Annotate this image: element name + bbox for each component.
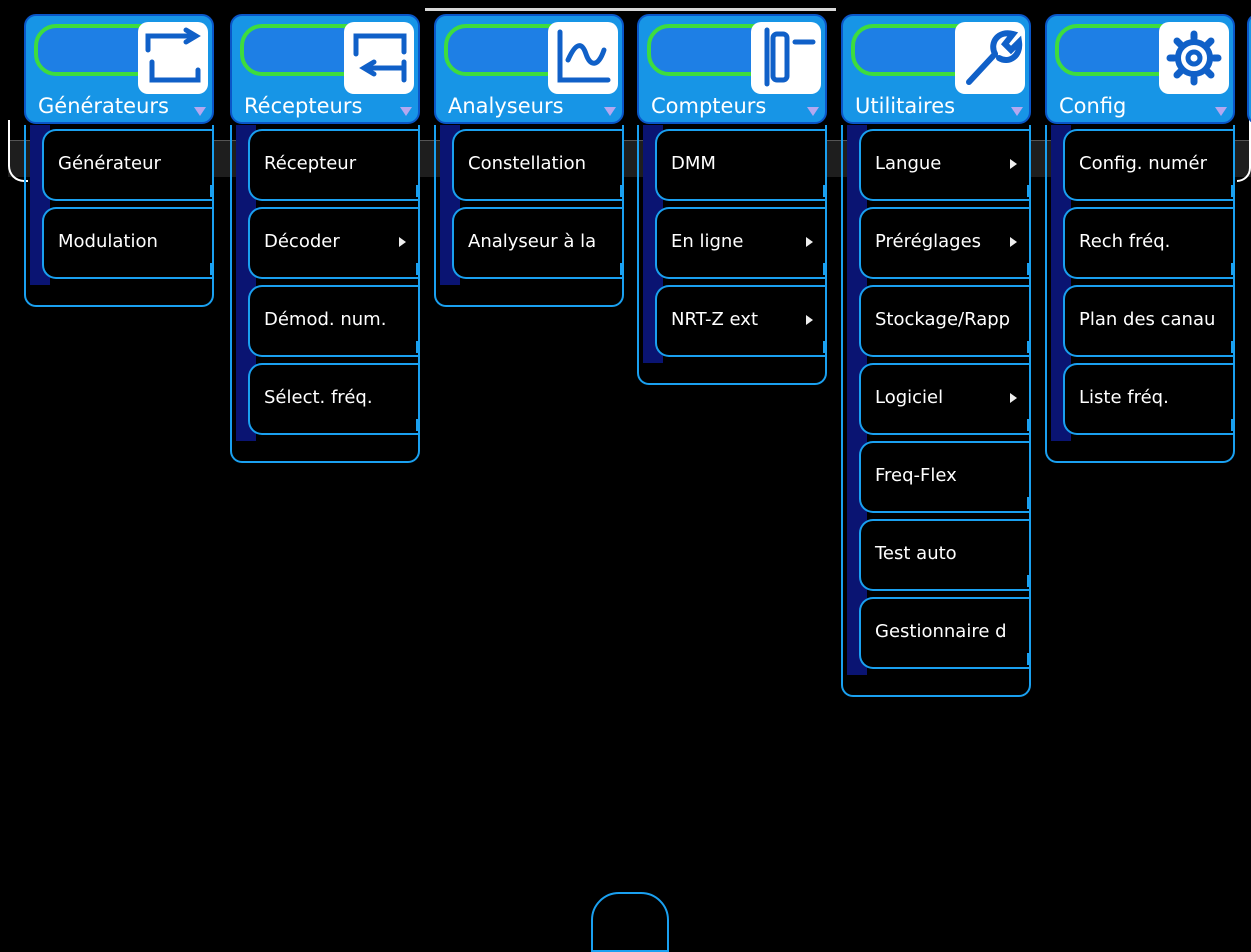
menu-item-rech-freq[interactable]: Rech fréq. <box>1063 207 1233 279</box>
tab-config[interactable]: Config <box>1045 14 1235 124</box>
dropdown-panel: Générateur Modulation <box>24 125 214 307</box>
frame-right <box>1237 120 1251 182</box>
menu-item-label: Préréglages <box>875 231 982 252</box>
menu-item-label: Freq-Flex <box>875 465 957 486</box>
dropdown-panel: Langue Préréglages Stockage/Rapp Logicie… <box>841 125 1031 697</box>
menu-item-label: Récepteur <box>264 153 357 174</box>
menu-item-label: Générateur <box>58 153 161 174</box>
dropdown-panel: DMM En ligne NRT-Z ext <box>637 125 827 385</box>
dropdown-arrow-icon <box>1011 107 1023 116</box>
meter-icon <box>751 22 821 94</box>
tab-next-partial[interactable] <box>1247 14 1251 124</box>
menu-item-label: Langue <box>875 153 942 174</box>
menu-item-label: En ligne <box>671 231 744 252</box>
dropdown-arrow-icon <box>194 107 206 116</box>
menu-item-modulation[interactable]: Modulation <box>42 207 212 279</box>
menu-item-demod-num[interactable]: Démod. num. <box>248 285 418 357</box>
menu-item-select-freq[interactable]: Sélect. fréq. <box>248 363 418 435</box>
submenu-arrow-icon <box>1010 159 1017 169</box>
menu-recepteurs: Récepteurs Récepteur Décoder Démod. num.… <box>230 14 420 463</box>
submenu-arrow-icon <box>1010 393 1017 403</box>
menu-item-label: Stockage/Rapp <box>875 309 1011 330</box>
menu-item-label: Logiciel <box>875 387 944 408</box>
analyzer-icon <box>548 22 618 94</box>
generator-icon <box>138 22 208 94</box>
menu-item-label: Décoder <box>264 231 340 252</box>
menu-item-test-auto[interactable]: Test auto <box>859 519 1029 591</box>
tab-label: Analyseurs <box>448 94 564 118</box>
menu-item-recepteur[interactable]: Récepteur <box>248 129 418 201</box>
menu-item-constellation[interactable]: Constellation <box>452 129 622 201</box>
menu-item-langue[interactable]: Langue <box>859 129 1029 201</box>
receiver-icon <box>344 22 414 94</box>
menu-item-dmm[interactable]: DMM <box>655 129 825 201</box>
tab-label: Récepteurs <box>244 94 363 118</box>
dropdown-panel: Constellation Analyseur à la <box>434 125 624 307</box>
menu-item-generateur[interactable]: Générateur <box>42 129 212 201</box>
menu-item-nrt-z-ext[interactable]: NRT-Z ext <box>655 285 825 357</box>
tab-analyseurs[interactable]: Analyseurs <box>434 14 624 124</box>
menu-config: Config Config. numér Rech fréq. Plan des… <box>1045 14 1235 463</box>
menu-item-label: NRT-Z ext <box>671 309 759 330</box>
tab-label: Config <box>1059 94 1127 118</box>
menu-compteurs: Compteurs DMM En ligne NRT-Z ext <box>637 14 827 385</box>
menu-item-analyseur[interactable]: Analyseur à la <box>452 207 622 279</box>
tab-label: Générateurs <box>38 94 169 118</box>
menu-utilitaires: Utilitaires Langue Préréglages Stockage/… <box>841 14 1031 697</box>
tab-recepteurs[interactable]: Récepteurs <box>230 14 420 124</box>
wrench-icon <box>955 22 1025 94</box>
menu-item-label: Config. numér <box>1079 153 1208 174</box>
menu-item-label: Analyseur à la <box>468 231 597 252</box>
menu-item-label: Modulation <box>58 231 158 252</box>
tab-utilitaires[interactable]: Utilitaires <box>841 14 1031 124</box>
menu-item-label: Test auto <box>875 543 957 564</box>
gear-icon <box>1159 22 1229 94</box>
submenu-arrow-icon <box>806 315 813 325</box>
menu-item-prereglages[interactable]: Préréglages <box>859 207 1029 279</box>
top-strip <box>425 8 836 11</box>
menu-item-label: Plan des canau <box>1079 309 1216 330</box>
home-button[interactable] <box>591 892 669 952</box>
tab-generateurs[interactable]: Générateurs <box>24 14 214 124</box>
menu-item-config-num[interactable]: Config. numér <box>1063 129 1233 201</box>
menu-item-label: DMM <box>671 153 716 174</box>
menu-item-freq-flex[interactable]: Freq-Flex <box>859 441 1029 513</box>
menu-item-plan-canaux[interactable]: Plan des canau <box>1063 285 1233 357</box>
menu-item-stockage[interactable]: Stockage/Rapp <box>859 285 1029 357</box>
menu-item-liste-freq[interactable]: Liste fréq. <box>1063 363 1233 435</box>
menu-generateurs: Générateurs Générateur Modulation <box>24 14 214 307</box>
menu-item-label: Liste fréq. <box>1079 387 1169 408</box>
menu-item-label: Démod. num. <box>264 309 387 330</box>
menu-item-logiciel[interactable]: Logiciel <box>859 363 1029 435</box>
dropdown-arrow-icon <box>400 107 412 116</box>
submenu-arrow-icon <box>806 237 813 247</box>
menu-item-label: Sélect. fréq. <box>264 387 373 408</box>
submenu-arrow-icon <box>1010 237 1017 247</box>
dropdown-arrow-icon <box>1215 107 1227 116</box>
dropdown-panel: Récepteur Décoder Démod. num. Sélect. fr… <box>230 125 420 463</box>
tab-label: Compteurs <box>651 94 767 118</box>
dropdown-arrow-icon <box>604 107 616 116</box>
tab-compteurs[interactable]: Compteurs <box>637 14 827 124</box>
menu-item-en-ligne[interactable]: En ligne <box>655 207 825 279</box>
menu-analyseurs: Analyseurs Constellation Analyseur à la <box>434 14 624 307</box>
dropdown-arrow-icon <box>807 107 819 116</box>
menu-item-label: Gestionnaire d <box>875 621 1007 642</box>
menu-item-decoder[interactable]: Décoder <box>248 207 418 279</box>
tab-label: Utilitaires <box>855 94 956 118</box>
menu-item-label: Rech fréq. <box>1079 231 1171 252</box>
menu-item-label: Constellation <box>468 153 587 174</box>
menu-item-gestionnaire[interactable]: Gestionnaire d <box>859 597 1029 669</box>
submenu-arrow-icon <box>399 237 406 247</box>
dropdown-panel: Config. numér Rech fréq. Plan des canau … <box>1045 125 1235 463</box>
